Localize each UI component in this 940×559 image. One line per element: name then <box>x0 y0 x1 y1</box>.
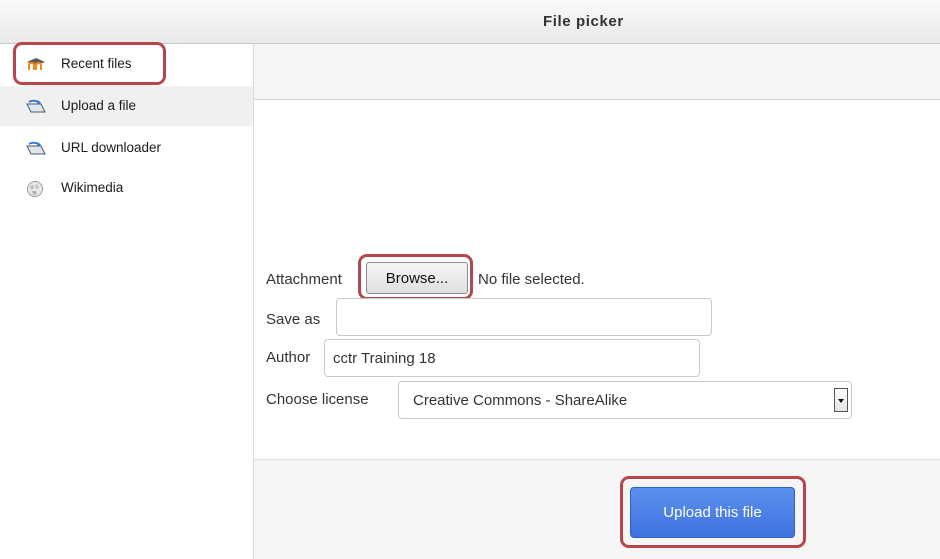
chevron-down-icon[interactable] <box>834 388 848 412</box>
moodle-icon <box>26 56 45 72</box>
sidebar-item-wikimedia[interactable]: Wikimedia <box>0 168 253 208</box>
save-as-label: Save as <box>266 311 321 328</box>
sidebar-item-label: Upload a file <box>61 98 137 113</box>
sidebar-item-label: URL downloader <box>61 140 162 155</box>
license-select[interactable]: Creative Commons - ShareAlike <box>398 381 852 419</box>
author-label: Author <box>266 349 311 366</box>
sidebar-item-url-downloader[interactable]: URL downloader <box>0 128 253 168</box>
sidebar-item-upload-a-file[interactable]: Upload a file <box>0 86 253 126</box>
main-toolbar <box>254 44 940 100</box>
sidebar-item-label: Wikimedia <box>61 180 124 195</box>
form-footer <box>254 459 940 559</box>
url-download-icon <box>26 140 46 156</box>
file-status-text: No file selected. <box>478 271 585 288</box>
attachment-label: Attachment <box>266 271 342 288</box>
title-bar: File picker <box>0 0 940 44</box>
sidebar-item-recent-files[interactable]: Recent files <box>0 44 253 84</box>
browse-button[interactable]: Browse... <box>366 262 468 294</box>
repository-sidebar: Recent files Upload a file URL downloade… <box>0 44 254 559</box>
license-selected-value: Creative Commons - ShareAlike <box>413 392 628 409</box>
dialog-title: File picker <box>543 13 624 30</box>
upload-icon <box>26 98 46 114</box>
sidebar-item-label: Recent files <box>61 56 132 71</box>
wikimedia-globe-icon <box>26 180 44 197</box>
save-as-input[interactable] <box>336 298 712 336</box>
author-input[interactable] <box>324 339 700 377</box>
upload-this-file-button[interactable]: Upload this file <box>630 487 795 538</box>
license-label: Choose license <box>266 391 369 408</box>
